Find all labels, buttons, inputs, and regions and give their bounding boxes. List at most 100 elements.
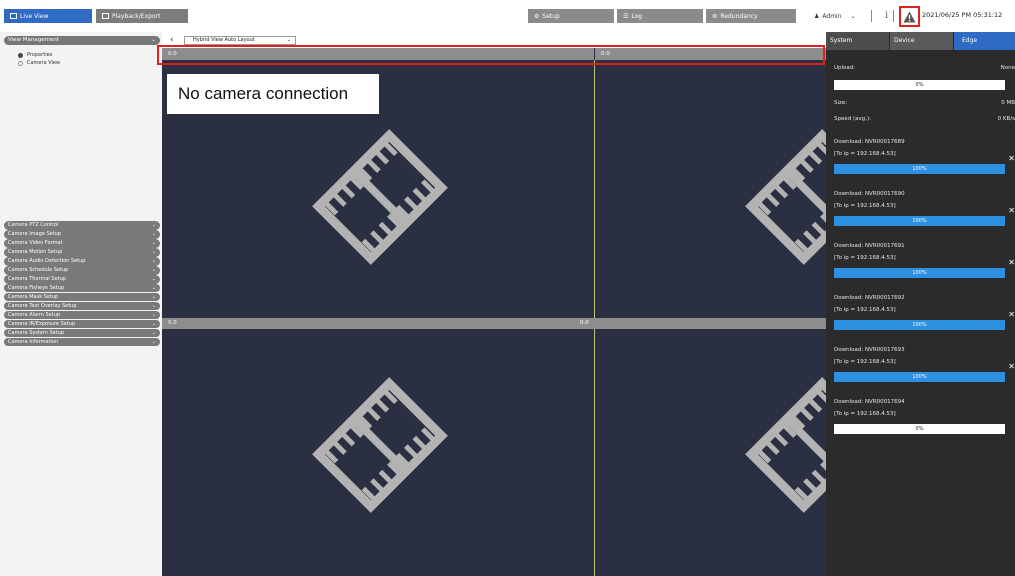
speed-label: Speed (avg.): bbox=[834, 116, 871, 122]
radio-dot bbox=[18, 60, 23, 66]
datetime: 2021/06/25 PM 05:31:12 bbox=[922, 11, 1003, 19]
camera-grid[interactable]: 0.0 0.0 0.0 0.0 No camera connection bbox=[162, 48, 881, 576]
close-icon[interactable]: ✕ bbox=[1008, 206, 1015, 215]
tab-live-view[interactable]: Live View bbox=[4, 9, 92, 23]
progress-text: 0% bbox=[915, 82, 924, 88]
back-arrow-icon[interactable]: ‹ bbox=[170, 35, 174, 45]
camera-setup-menu: Camera PTZ Control ⌄ Camera Image Setup ⌄ Ca… bbox=[4, 221, 160, 347]
chevron-down-icon: ⌄ bbox=[151, 222, 156, 228]
menu-item[interactable]: Camera Audio Detection Setup ⌄ bbox=[4, 256, 160, 266]
divider bbox=[871, 10, 872, 22]
chevron-down-icon: ⌄ bbox=[151, 257, 156, 264]
menu-item[interactable]: Camera Text Overlay Setup ⌄ bbox=[4, 301, 160, 311]
menu-item-label: Camera Thermal Setup bbox=[8, 275, 66, 282]
tab-redundancy[interactable]: ⚙ Redundancy bbox=[706, 9, 796, 23]
upload-progress-bar: 0% bbox=[834, 80, 1005, 90]
chevron-down-icon: ⌄ bbox=[151, 329, 156, 336]
tab-system[interactable]: System bbox=[826, 32, 889, 50]
menu-item[interactable]: Camera Mask Setup ⌄ bbox=[4, 292, 160, 302]
menu-item[interactable]: Camera Thermal Setup ⌄ bbox=[4, 274, 160, 284]
close-icon[interactable]: ✕ bbox=[1008, 362, 1015, 371]
download-title: Download: NVR00017691 bbox=[834, 243, 905, 249]
menu-item[interactable]: Camera Image Setup ⌄ bbox=[4, 229, 160, 239]
radio-properties[interactable]: Properties bbox=[18, 52, 52, 58]
list-icon: ☰ bbox=[623, 12, 629, 20]
highlight-frame bbox=[157, 45, 825, 65]
upload-value: None bbox=[1000, 65, 1015, 71]
tab-setup[interactable]: ⚙ Setup bbox=[528, 9, 614, 23]
download-title: Download: NVR00017694 bbox=[834, 399, 905, 405]
top-bar: Live View Playback/Export ⚙ Setup ☰ Log … bbox=[0, 0, 1015, 32]
menu-item[interactable]: Camera PTZ Control ⌄ bbox=[4, 221, 160, 230]
film-placeholder-icon bbox=[312, 377, 448, 513]
radio-camera-view[interactable]: Camera View bbox=[18, 60, 60, 66]
admin-label: Admin bbox=[822, 12, 842, 20]
tab-device[interactable]: Device bbox=[890, 32, 953, 50]
chevron-down-icon: ⌄ bbox=[151, 230, 156, 237]
size-value: 0 MB bbox=[1001, 100, 1015, 106]
download-progress-bar: 100% bbox=[834, 268, 1005, 278]
no-camera-connection-label: No camera connection bbox=[167, 74, 379, 114]
download-title: Download: NVR00017693 bbox=[834, 347, 905, 353]
menu-item-label: Camera PTZ Control bbox=[8, 222, 59, 228]
tab-edge[interactable]: Edge bbox=[954, 32, 1015, 50]
speed-value: 0 KB/s bbox=[997, 116, 1015, 122]
chevron-down-icon: ⌄ bbox=[151, 338, 156, 345]
layout-select[interactable]: Hybrid View Auto Layout ⌄ bbox=[184, 36, 296, 45]
menu-item-label: Camera IR/Exposure Setup bbox=[8, 320, 76, 327]
download-title: Download: NVR00017692 bbox=[834, 295, 905, 301]
close-icon[interactable]: ✕ bbox=[1008, 154, 1015, 163]
right-panel-tabs: System Device Edge bbox=[826, 32, 1015, 50]
menu-item-label: Camera Audio Detection Setup bbox=[8, 257, 86, 264]
menu-item[interactable]: Camera Alarm Setup ⌄ bbox=[4, 310, 160, 320]
menu-item-label: Camera Text Overlay Setup bbox=[8, 302, 77, 309]
chevron-down-icon: ⌄ bbox=[151, 37, 156, 43]
tab-live-view-label: Live View bbox=[20, 12, 49, 20]
info-icon[interactable]: i bbox=[885, 10, 888, 21]
download-progress-bar: 0% bbox=[834, 424, 1005, 434]
camera-title: 0.0 bbox=[580, 320, 589, 326]
monitor-icon bbox=[10, 13, 17, 19]
admin-menu[interactable]: ♟ Admin ⌄ bbox=[810, 9, 866, 23]
download-ip: [To ip = 192.168.4.53] bbox=[834, 359, 896, 365]
menu-item[interactable]: Camera Schedule Setup ⌄ bbox=[4, 265, 160, 275]
chevron-down-icon: ⌄ bbox=[151, 293, 156, 300]
progress-text: 100% bbox=[912, 218, 927, 224]
camera-title-bar[interactable]: 0.0 0.0 bbox=[162, 318, 826, 329]
size-label: Size: bbox=[834, 100, 848, 106]
menu-item[interactable]: Camera Fisheye Setup ⌄ bbox=[4, 283, 160, 293]
menu-item[interactable]: Camera Video Format ⌄ bbox=[4, 238, 160, 248]
progress-text: 100% bbox=[912, 270, 927, 276]
download-progress-bar: 100% bbox=[834, 216, 1005, 226]
chevron-down-icon: ⌄ bbox=[151, 275, 156, 282]
menu-item[interactable]: Camera System Setup ⌄ bbox=[4, 328, 160, 338]
view-management-header[interactable]: View Management ⌄ bbox=[4, 36, 160, 45]
tab-log[interactable]: ☰ Log bbox=[617, 9, 703, 23]
radio-dot bbox=[18, 52, 23, 58]
menu-item[interactable]: Camera IR/Exposure Setup ⌄ bbox=[4, 319, 160, 329]
warning-icon bbox=[903, 11, 916, 22]
chevron-down-icon: ⌄ bbox=[151, 248, 156, 255]
tab-setup-label: Setup bbox=[542, 12, 560, 20]
chevron-down-icon: ⌄ bbox=[151, 284, 156, 291]
menu-item-label: Camera Mask Setup bbox=[8, 293, 59, 300]
camera-title: 0.0 bbox=[168, 320, 177, 326]
menu-item[interactable]: Camera Motion Setup ⌄ bbox=[4, 247, 160, 257]
film-placeholder-icon bbox=[312, 129, 448, 265]
menu-item-label: Camera Video Format bbox=[8, 239, 63, 246]
divider bbox=[893, 10, 894, 22]
download-progress-bar: 100% bbox=[834, 372, 1005, 382]
close-icon[interactable]: ✕ bbox=[1008, 258, 1015, 267]
close-icon[interactable]: ✕ bbox=[1008, 310, 1015, 319]
progress-text: 100% bbox=[912, 374, 927, 380]
download-ip: [To ip = 192.168.4.53] bbox=[834, 411, 896, 417]
download-ip: [To ip = 192.168.4.53] bbox=[834, 203, 896, 209]
tab-playback-export[interactable]: Playback/Export bbox=[96, 9, 188, 23]
menu-item[interactable]: Camera Information ⌄ bbox=[4, 337, 160, 347]
alert-button[interactable] bbox=[899, 6, 920, 27]
chevron-down-icon: ⌄ bbox=[850, 12, 856, 20]
right-panel: System Device Edge Upload: None 0% Size:… bbox=[826, 32, 1015, 576]
radio-label: Properties bbox=[27, 52, 53, 58]
tab-redundancy-label: Redundancy bbox=[720, 12, 758, 20]
download-title: Download: NVR00017690 bbox=[834, 191, 905, 197]
